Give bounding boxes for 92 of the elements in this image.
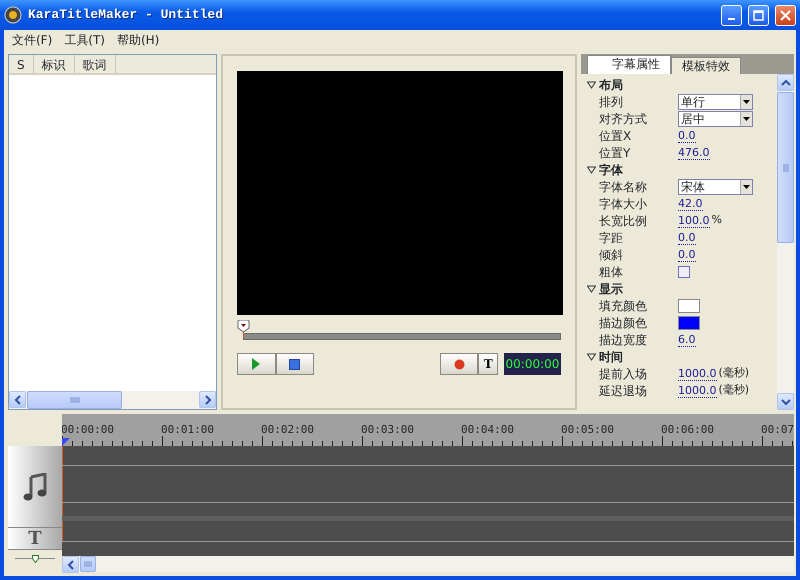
time-display: 00:00:00 bbox=[504, 353, 562, 375]
track-label: T bbox=[28, 527, 42, 551]
unit-label: % bbox=[712, 212, 722, 228]
time-label: 00:05:00 bbox=[561, 422, 614, 438]
scroll-thumb[interactable] bbox=[27, 391, 122, 409]
property-label: 描边宽度 bbox=[598, 332, 648, 348]
property-label: 排列 bbox=[598, 94, 624, 110]
time-label: 00:03:00 bbox=[361, 422, 414, 438]
unit-label: (毫秒) bbox=[718, 382, 750, 398]
property-label: 字体大小 bbox=[598, 196, 648, 212]
property-label: 延迟退场 bbox=[598, 382, 648, 400]
playhead-icon bbox=[62, 438, 70, 446]
property-label: 粗体 bbox=[598, 264, 624, 280]
column-header[interactable]: 歌词 bbox=[74, 55, 116, 73]
tab[interactable]: 字幕属性 bbox=[587, 55, 672, 74]
color-swatch[interactable] bbox=[678, 298, 700, 312]
property-label: 对齐方式 bbox=[598, 110, 648, 128]
property-label: 提前入场 bbox=[598, 366, 648, 382]
property-label: 长宽比例 bbox=[598, 212, 648, 230]
scroll-down-button[interactable] bbox=[777, 393, 794, 410]
section-title: 字体 bbox=[599, 162, 624, 178]
section-title: 显示 bbox=[599, 280, 624, 298]
play-button[interactable] bbox=[237, 353, 276, 375]
horizontal-scrollbar[interactable] bbox=[62, 556, 794, 572]
minimize-button[interactable] bbox=[721, 4, 742, 26]
section-title: 时间 bbox=[599, 348, 624, 366]
property-label: 位置Y bbox=[598, 144, 632, 162]
play-icon bbox=[251, 358, 262, 370]
column-header[interactable]: 标识 bbox=[34, 55, 75, 73]
value-field[interactable]: 6.0 bbox=[678, 332, 696, 346]
slider-thumb[interactable] bbox=[237, 319, 250, 337]
value-field[interactable]: 42.0 bbox=[678, 196, 703, 210]
collapse-icon[interactable] bbox=[587, 284, 596, 292]
unit-label: (毫秒) bbox=[718, 365, 750, 382]
scroll-right-button[interactable] bbox=[199, 391, 216, 408]
slider-thumb[interactable] bbox=[32, 555, 38, 563]
dropdown[interactable]: 单行 bbox=[678, 94, 754, 110]
property-label: 倾斜 bbox=[598, 246, 624, 264]
close-icon bbox=[780, 10, 791, 20]
caret-icon bbox=[743, 100, 750, 104]
color-swatch[interactable] bbox=[678, 316, 700, 330]
menu-item[interactable]: 文件(F) bbox=[6, 31, 58, 49]
caret-icon bbox=[743, 116, 750, 120]
stop-icon bbox=[289, 358, 300, 370]
menu-item[interactable]: 工具(T) bbox=[58, 31, 111, 49]
property-label: 填充颜色 bbox=[598, 298, 648, 314]
tab[interactable]: 模板特效 bbox=[671, 57, 742, 74]
property-label: 字体名称 bbox=[598, 178, 648, 196]
scroll-left-button[interactable] bbox=[9, 391, 26, 408]
record-icon bbox=[454, 358, 465, 370]
vertical-scrollbar[interactable] bbox=[777, 74, 794, 410]
time-label: 00:04:00 bbox=[461, 422, 514, 438]
value-field[interactable]: 0.0 bbox=[678, 230, 696, 244]
collapse-icon[interactable] bbox=[587, 352, 596, 360]
time-label: 00:07 bbox=[761, 422, 794, 438]
column-header[interactable]: S bbox=[9, 55, 34, 73]
menu-item[interactable]: 帮助(H) bbox=[110, 31, 166, 49]
value-field[interactable]: 1000.0 bbox=[678, 366, 717, 380]
collapse-icon[interactable] bbox=[587, 80, 596, 88]
music-note-icon bbox=[23, 472, 47, 500]
dropdown[interactable]: 宋体 bbox=[678, 178, 754, 194]
value-field[interactable]: 0.0 bbox=[678, 128, 696, 142]
value-field[interactable]: 100.0 bbox=[678, 214, 710, 228]
value-field[interactable]: 476.0 bbox=[678, 146, 710, 160]
property-label: 位置X bbox=[598, 128, 632, 144]
scroll-up-button[interactable] bbox=[777, 74, 794, 91]
time-label: 00:06:00 bbox=[661, 422, 714, 438]
checkbox[interactable] bbox=[678, 266, 690, 278]
section-title: 布局 bbox=[599, 76, 624, 94]
app-icon bbox=[4, 6, 22, 24]
value-field[interactable]: 1000.0 bbox=[678, 384, 717, 398]
scroll-thumb[interactable] bbox=[777, 92, 794, 243]
scroll-thumb[interactable] bbox=[80, 556, 96, 572]
horizontal-scrollbar[interactable] bbox=[9, 391, 216, 409]
caret-icon bbox=[743, 184, 750, 188]
window-title: KaraTitleMaker - Untitled bbox=[28, 6, 224, 24]
value-field[interactable]: 0.0 bbox=[678, 248, 696, 262]
scroll-left-button[interactable] bbox=[62, 556, 79, 573]
property-label: 字距 bbox=[598, 230, 624, 246]
close-button[interactable] bbox=[775, 4, 796, 26]
minimize-icon bbox=[728, 18, 735, 20]
property-label: 描边颜色 bbox=[598, 314, 648, 332]
maximize-icon bbox=[753, 10, 764, 20]
text-button[interactable]: T bbox=[478, 353, 498, 375]
time-label: 00:00:00 bbox=[62, 422, 114, 438]
record-button[interactable] bbox=[440, 353, 478, 375]
time-label: 00:02:00 bbox=[261, 422, 314, 438]
maximize-button[interactable] bbox=[748, 4, 769, 26]
collapse-icon[interactable] bbox=[587, 166, 596, 174]
stop-button[interactable] bbox=[276, 353, 314, 375]
dropdown[interactable]: 居中 bbox=[678, 110, 754, 126]
time-label: 00:01:00 bbox=[161, 422, 214, 438]
